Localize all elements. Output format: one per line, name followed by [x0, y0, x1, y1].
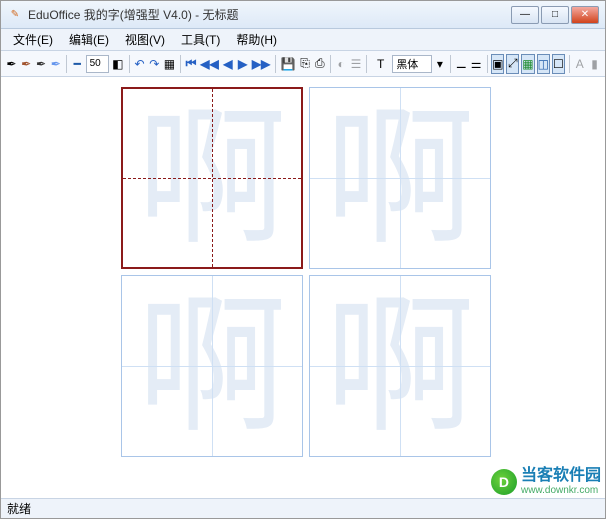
next-icon[interactable]: ▶▶ [251, 54, 271, 74]
grid-cell-2[interactable]: 啊 [309, 87, 491, 269]
minimize-button[interactable]: — [511, 6, 539, 24]
color-tool-icon: ▮ [588, 54, 601, 74]
undo-icon[interactable]: ↶ [133, 54, 146, 74]
line-tool-icon[interactable]: ━ [71, 54, 84, 74]
grid-cell-1[interactable]: 啊 [121, 87, 303, 269]
menubar: 文件(E) 编辑(E) 视图(V) 工具(T) 帮助(H) [1, 29, 605, 51]
play-icon[interactable]: ▶ [236, 54, 249, 74]
layout-1x1-icon[interactable]: ▣ [491, 54, 504, 74]
practice-grid: 啊 啊 啊 啊 [121, 87, 491, 457]
close-button[interactable]: ✕ [571, 6, 599, 24]
zoom-in-icon[interactable]: ⚌ [470, 54, 483, 74]
brush4-icon[interactable]: ✒ [49, 54, 62, 74]
menu-file[interactable]: 文件(E) [5, 29, 61, 50]
layout-split-icon[interactable]: ◫ [537, 54, 550, 74]
text-tool-icon: A [573, 54, 586, 74]
font-select[interactable]: 黑体 [392, 55, 431, 73]
export2-icon[interactable]: ⎙ [313, 54, 326, 74]
guide-vertical [212, 276, 213, 456]
separator [487, 55, 488, 73]
menu-edit[interactable]: 编辑(E) [61, 29, 117, 50]
window-controls: — □ ✕ [509, 6, 599, 24]
first-icon[interactable]: ⏮ [185, 54, 198, 74]
site-watermark: D 当客软件园 www.downkr.com [491, 467, 601, 496]
watermark-brand: 当客软件园 [521, 467, 601, 485]
eraser-icon[interactable]: ◧ [111, 54, 124, 74]
separator [66, 55, 67, 73]
window-title: EduOffice 我的字(增强型 V4.0) - 无标题 [28, 6, 509, 23]
save-icon[interactable]: 💾 [280, 54, 297, 74]
layout-grid-icon[interactable]: ▦ [521, 54, 534, 74]
statusbar: 就绪 [1, 498, 605, 518]
separator [180, 55, 181, 73]
guide-vertical [212, 89, 213, 267]
guide-vertical [400, 88, 401, 268]
brush1-icon[interactable]: ✒ [5, 54, 18, 74]
prev-icon[interactable]: ◀◀ [199, 54, 219, 74]
size-spinner[interactable]: 50 [86, 55, 110, 73]
brush3-icon[interactable]: ✒ [35, 54, 48, 74]
font-dropdown-icon[interactable]: ▾ [434, 54, 447, 74]
canvas-area[interactable]: 啊 啊 啊 啊 [1, 77, 605, 496]
guide-vertical [400, 276, 401, 456]
redo-icon[interactable]: ↷ [148, 54, 161, 74]
zoom-out-icon[interactable]: ⚊ [455, 54, 468, 74]
layout-fit-icon[interactable]: ⤢ [506, 54, 519, 74]
separator [330, 55, 331, 73]
disabled1-icon: ◐ [335, 54, 348, 74]
watermark-logo-icon: D [491, 469, 517, 495]
watermark-text: 当客软件园 www.downkr.com [521, 467, 601, 496]
separator [275, 55, 276, 73]
status-text: 就绪 [7, 500, 31, 517]
layout-book-icon[interactable]: ☐ [552, 54, 565, 74]
grid-cell-3[interactable]: 啊 [121, 275, 303, 457]
menu-help[interactable]: 帮助(H) [228, 29, 285, 50]
separator [569, 55, 570, 73]
brush2-icon[interactable]: ✒ [20, 54, 33, 74]
menu-tools[interactable]: 工具(T) [173, 29, 228, 50]
back-icon[interactable]: ◀ [221, 54, 234, 74]
maximize-button[interactable]: □ [541, 6, 569, 24]
separator [366, 55, 367, 73]
toolbar: ✒ ✒ ✒ ✒ ━ 50 ◧ ↶ ↷ ▦ ⏮ ◀◀ ◀ ▶ ▶▶ 💾 ⎘ ⎙ ◐… [1, 51, 605, 77]
menu-view[interactable]: 视图(V) [117, 29, 173, 50]
export1-icon[interactable]: ⎘ [299, 54, 312, 74]
grid-cell-4[interactable]: 啊 [309, 275, 491, 457]
window-titlebar: ✎ EduOffice 我的字(增强型 V4.0) - 无标题 — □ ✕ [1, 1, 605, 29]
disabled2-icon: ☰ [350, 54, 363, 74]
separator [450, 55, 451, 73]
grid-icon[interactable]: ▦ [163, 54, 176, 74]
app-icon: ✎ [7, 7, 23, 23]
separator [129, 55, 130, 73]
watermark-url: www.downkr.com [521, 485, 601, 496]
font-label-icon: T [371, 57, 390, 71]
